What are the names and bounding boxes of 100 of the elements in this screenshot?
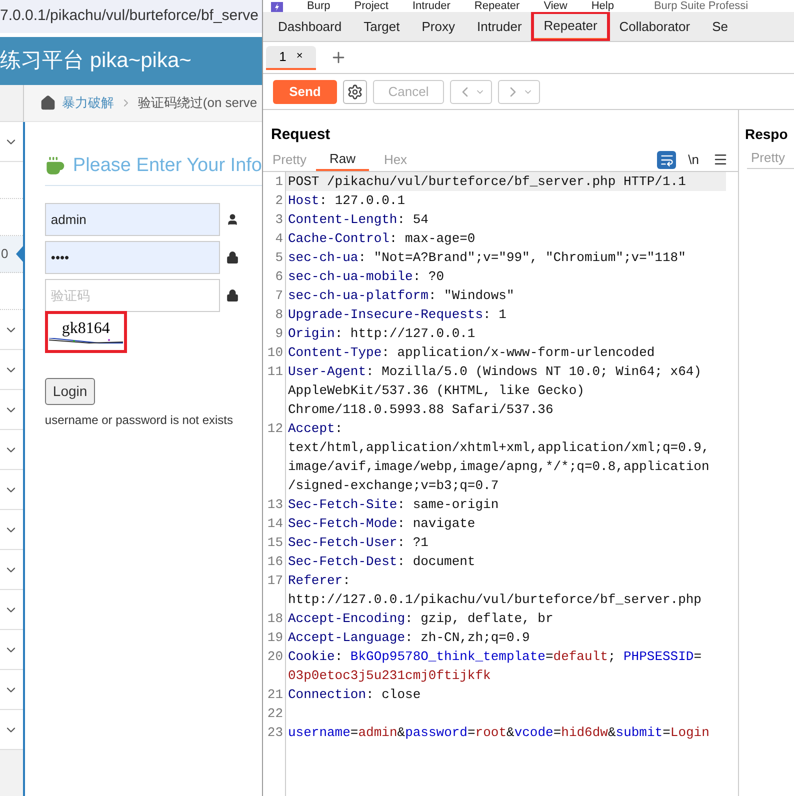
sidebar-item[interactable] [0, 710, 23, 750]
line-number: 23 [267, 724, 283, 740]
line-number: 18 [267, 610, 283, 626]
breadcrumb-current: 验证码绕过(on serve [138, 94, 258, 112]
form-title: Please Enter Your Info [72, 154, 262, 178]
panel-title: Respo [745, 126, 788, 142]
line-number: 14 [267, 516, 283, 530]
line-number: 4 [275, 230, 283, 246]
code-line: POST /pikachu/vul/burteforce/bf_server.php HTTP/1.1 [288, 174, 686, 188]
sidebar-item[interactable] [0, 199, 23, 236]
menu-item[interactable]: Burp [307, 0, 330, 12]
tool-tab[interactable]: Target [352, 12, 411, 41]
add-tab-icon[interactable] [330, 49, 347, 66]
wrap-toggle[interactable] [657, 150, 676, 168]
app-title: Burp Suite Professi [654, 0, 748, 12]
line-number: 7 [275, 288, 283, 302]
line-number: 17 [267, 572, 283, 588]
home-icon [40, 95, 56, 111]
sidebar-item[interactable] [0, 122, 23, 162]
tool-tab[interactable]: Proxy [410, 12, 466, 41]
lock-icon [226, 288, 239, 302]
user-icon [226, 212, 239, 226]
line-number: 15 [267, 534, 283, 550]
site-title: 练习平台 pika~pika~ [0, 48, 192, 74]
tool-tab[interactable]: Collaborator [608, 12, 702, 41]
code-line: Sec-Fetch-Site: same-origin [288, 496, 499, 512]
code-line: Accept-Language: zh-CN,zh;q=0.9 [288, 630, 530, 644]
sidebar-item[interactable] [0, 590, 23, 630]
code-line: Sec-Fetch-Dest: document [288, 554, 476, 568]
tool-tab[interactable]: Repeater [532, 13, 608, 40]
tab-label: 1 [279, 48, 286, 66]
line-number: 11 [267, 364, 283, 378]
password-field[interactable]: •••• [44, 240, 220, 274]
code-line: Host: 127.0.0.1 [288, 192, 406, 208]
line-number: 3 [275, 212, 283, 226]
line-number: 19 [267, 630, 283, 644]
line-number: 10 [267, 344, 283, 360]
code-line: Connection: close [288, 686, 421, 702]
line-number: 8 [275, 306, 283, 322]
sidebar-item[interactable] [0, 630, 23, 670]
tool-tab[interactable]: Se [701, 12, 740, 41]
code-line: /signed-exchange;v=b3;q=0.7 [288, 478, 499, 492]
error-message: username or password is not exists [44, 412, 234, 428]
tool-tab[interactable]: Dashboard [267, 12, 353, 41]
sidebar-item[interactable] [0, 390, 23, 430]
line-number: 16 [267, 554, 283, 568]
line-number: 5 [275, 250, 283, 264]
code-line: Chrome/118.0.5993.88 Safari/537.36 [288, 402, 554, 416]
code-line: http://127.0.0.1/pikachu/vul/burteforce/bf_server.php [288, 592, 702, 606]
code-line: sec-ch-ua-mobile: ?0 [288, 268, 444, 284]
code-line: Sec-Fetch-Mode: navigate [288, 516, 476, 530]
sidebar-item[interactable] [0, 430, 23, 470]
settings-icon [347, 84, 363, 100]
line-number: 12 [267, 420, 283, 436]
menu-item[interactable]: View [544, 0, 568, 12]
sidebar-item[interactable] [0, 670, 23, 710]
code-line: Referer: [288, 572, 350, 588]
address-bar[interactable]: 7.0.0.1/pikachu/vul/burteforce/bf_serve [0, 0, 262, 33]
line-number: 20 [267, 648, 283, 664]
menu-item[interactable]: Project [354, 0, 388, 12]
captcha-text: gk8164 [62, 320, 110, 338]
close-tab-button[interactable]: × [296, 48, 303, 65]
sidebar-item[interactable] [0, 273, 23, 310]
code-line: Cookie: BkGOp9578O_think_template=default; PHPSESSID= [288, 648, 702, 664]
settings-button[interactable] [343, 80, 367, 104]
login-button[interactable]: Login [44, 378, 96, 404]
back-button[interactable] [450, 80, 492, 104]
code-line: Upgrade-Insecure-Requests: 1 [288, 306, 506, 322]
code-line: text/html,application/xhtml+xml,application/xml;q=0.9, [288, 440, 710, 454]
sidebar-item[interactable] [0, 310, 23, 350]
code-line: Sec-Fetch-User: ?1 [288, 534, 428, 550]
line-number: 22 [267, 706, 283, 720]
line-number: 13 [267, 496, 283, 512]
newline-toggle[interactable]: \n [688, 150, 699, 170]
code-line: Origin: http://127.0.0.1 [288, 326, 476, 340]
sidebar-item[interactable] [0, 510, 23, 550]
forward-button[interactable] [498, 80, 540, 104]
tool-tab[interactable]: Intruder [466, 12, 533, 41]
sidebar-item[interactable] [0, 162, 23, 199]
menu-icon[interactable] [713, 152, 728, 167]
coffee-icon [44, 156, 65, 176]
menu-item[interactable]: Repeater [474, 0, 520, 12]
menu-item[interactable]: Help [591, 0, 614, 12]
line-number: 9 [275, 326, 283, 340]
sidebar-item[interactable]: 0 [0, 236, 23, 273]
code-line: 03p0etoc3j5u231cmj0ftijkfk [288, 668, 491, 682]
line-number: 21 [267, 686, 283, 702]
username-field[interactable]: admin [44, 202, 220, 236]
code-line: Content-Type: application/x-www-form-urlencoded [288, 344, 655, 360]
sidebar-item[interactable] [0, 470, 23, 510]
sidebar-item[interactable] [0, 350, 23, 390]
captcha-field[interactable]: 验证码 [44, 278, 220, 312]
code-line: sec-ch-ua: "Not=A?Brand";v="99", "Chromium";v="118" [288, 250, 686, 264]
menu-item[interactable]: Intruder [412, 0, 450, 12]
lock-icon [226, 250, 239, 264]
sidebar-item[interactable] [0, 550, 23, 590]
code-line: image/avif,image/webp,image/apng,*/*;q=0.8,application [288, 458, 710, 474]
code-line: Content-Length: 54 [288, 212, 428, 226]
repeater-tab[interactable]: 1 × [266, 46, 316, 70]
line-number: 2 [275, 192, 283, 208]
